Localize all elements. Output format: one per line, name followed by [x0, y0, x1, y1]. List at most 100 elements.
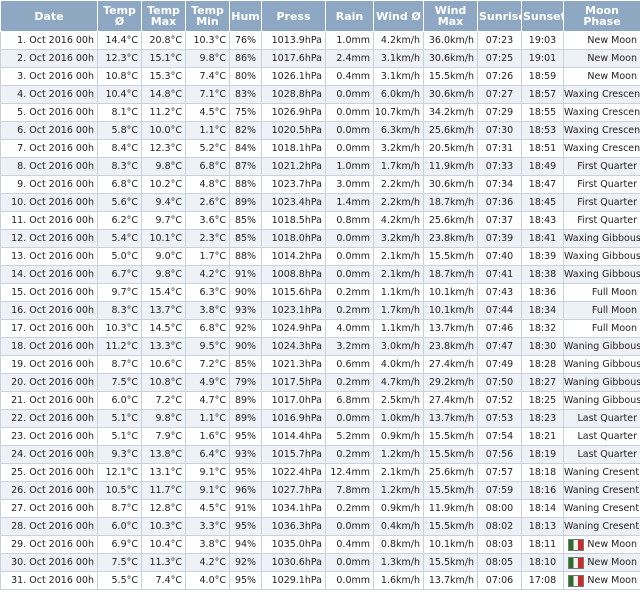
- cell-rain: 0.0mm: [325, 553, 374, 572]
- cell-wind: 2.1km/h: [373, 463, 424, 482]
- table-row: 16. Oct 2016 00h 8.3°C 13.7°C 3.8°C 93% 1023.…: [0, 301, 640, 320]
- cell-wmax: 25.6km/h: [423, 463, 478, 482]
- table-row: 1. Oct 2016 00h 14.4°C 20.8°C 10.3°C 76% 1013…: [0, 31, 640, 50]
- cell-tmax: 9.4°C: [141, 193, 186, 212]
- cell-wind: 4.2km/h: [373, 31, 424, 50]
- cell-tmin: 1.1°C: [185, 121, 230, 140]
- cell-phase: Waning Gibbous: [563, 355, 640, 374]
- cell-rain: 0.8mm: [325, 211, 374, 230]
- cell-sunrise: 08:00: [477, 499, 522, 518]
- column-header-sunrise[interactable]: Sunrise: [477, 0, 522, 32]
- cell-sunset: 18:59: [521, 67, 564, 86]
- column-header-hum[interactable]: Hum: [229, 0, 262, 32]
- moon-phase-label: First Quarter: [577, 179, 637, 190]
- column-header-date[interactable]: Date: [0, 0, 98, 32]
- cell-phase: Last Quarter: [563, 427, 640, 446]
- cell-phase: First Quarter: [563, 157, 640, 176]
- cell-sunrise: 07:30: [477, 121, 522, 140]
- cell-date: 23. Oct 2016 00h: [0, 427, 98, 446]
- cell-phase: New Moon: [563, 31, 640, 50]
- cell-sunset: 18:10: [521, 553, 564, 572]
- cell-press: 1027.7hPa: [261, 481, 326, 500]
- cell-hum: 83%: [229, 85, 262, 104]
- cell-hum: 88%: [229, 175, 262, 194]
- cell-tmin: 9.1°C: [185, 463, 230, 482]
- cell-wind: 1.3km/h: [373, 553, 424, 572]
- column-header-wmax[interactable]: Wind Max: [423, 0, 478, 32]
- cell-phase: Waxing Gibbous: [563, 265, 640, 284]
- moon-phase-label: Waning Gibbous: [564, 359, 640, 370]
- cell-wind: 3.1km/h: [373, 67, 424, 86]
- table-row: 22. Oct 2016 00h 5.1°C 9.8°C 1.1°C 89% 1016.9…: [0, 409, 640, 428]
- cell-date: 13. Oct 2016 00h: [0, 247, 98, 266]
- table-row: 25. Oct 2016 00h 12.1°C 13.1°C 9.1°C 95% 1022…: [0, 463, 640, 482]
- cell-sunset: 18:27: [521, 373, 564, 392]
- column-header-press[interactable]: Press: [261, 0, 326, 32]
- cell-hum: 79%: [229, 373, 262, 392]
- cell-sunset: 18:28: [521, 355, 564, 374]
- table-row: 29. Oct 2016 00h 6.9°C 10.4°C 3.8°C 94% 1035.…: [0, 535, 640, 554]
- moon-phase-label: Waxing Crescent: [564, 107, 640, 118]
- column-header-tmax[interactable]: Temp Max: [141, 0, 186, 32]
- cell-wmax: 13.7km/h: [423, 409, 478, 428]
- cell-press: 1015.7hPa: [261, 445, 326, 464]
- cell-sunrise: 07:37: [477, 211, 522, 230]
- cell-tmax: 9.8°C: [141, 409, 186, 428]
- cell-phase: Waning Gibbous: [563, 337, 640, 356]
- cell-press: 1014.4hPa: [261, 427, 326, 446]
- table-row: 3. Oct 2016 00h 10.8°C 15.3°C 7.4°C 80% 1026.…: [0, 67, 640, 86]
- table-body: 1. Oct 2016 00h 14.4°C 20.8°C 10.3°C 76% 1013…: [0, 31, 640, 590]
- cell-wind: 2.1km/h: [373, 247, 424, 266]
- column-header-rain[interactable]: Rain: [325, 0, 374, 32]
- cell-tmin: 4.2°C: [185, 265, 230, 284]
- cell-tmin: 4.0°C: [185, 571, 230, 590]
- cell-wmax: 36.0km/h: [423, 31, 478, 50]
- cell-sunrise: 07:25: [477, 49, 522, 68]
- column-header-tmin[interactable]: Temp Min: [185, 0, 230, 32]
- cell-tmax: 13.3°C: [141, 337, 186, 356]
- table-row: 24. Oct 2016 00h 9.3°C 13.8°C 6.4°C 93% 1015.…: [0, 445, 640, 464]
- cell-wind: 1.2km/h: [373, 481, 424, 500]
- cell-hum: 96%: [229, 481, 262, 500]
- cell-sunset: 18:23: [521, 409, 564, 428]
- cell-press: 1026.9hPa: [261, 103, 326, 122]
- cell-phase: New Moon: [563, 553, 640, 572]
- cell-tmax: 14.8°C: [141, 85, 186, 104]
- cell-rain: 0.0mm: [325, 517, 374, 536]
- cell-rain: 1.0mm: [325, 157, 374, 176]
- cell-hum: 84%: [229, 139, 262, 158]
- cell-sunset: 18:13: [521, 517, 564, 536]
- moon-phase-label: Last Quarter: [577, 431, 637, 442]
- cell-phase: Waning Gibbous: [563, 391, 640, 410]
- column-header-sunset[interactable]: Sunset: [521, 0, 564, 32]
- cell-tmin: 4.7°C: [185, 391, 230, 410]
- column-header-wind[interactable]: Wind Ø: [373, 0, 424, 32]
- cell-sunset: 18:53: [521, 121, 564, 140]
- column-header-temp[interactable]: Temp Ø: [97, 0, 142, 32]
- cell-temp: 8.7°C: [97, 355, 142, 374]
- cell-tmax: 10.2°C: [141, 175, 186, 194]
- table-row: 20. Oct 2016 00h 7.5°C 10.8°C 4.9°C 79% 1017.…: [0, 373, 640, 392]
- cell-temp: 5.4°C: [97, 229, 142, 248]
- cell-press: 1023.7hPa: [261, 175, 326, 194]
- column-header-phase[interactable]: Moon Phase: [563, 0, 640, 32]
- cell-tmin: 5.2°C: [185, 139, 230, 158]
- cell-sunset: 18:14: [521, 499, 564, 518]
- cell-tmin: 6.8°C: [185, 319, 230, 338]
- cell-rain: 0.6mm: [325, 355, 374, 374]
- cell-sunset: 18:45: [521, 193, 564, 212]
- cell-rain: 0.0mm: [325, 139, 374, 158]
- cell-tmax: 12.3°C: [141, 139, 186, 158]
- cell-tmax: 15.4°C: [141, 283, 186, 302]
- cell-sunrise: 07:43: [477, 283, 522, 302]
- cell-phase: New Moon: [563, 67, 640, 86]
- cell-wind: 4.0km/h: [373, 355, 424, 374]
- cell-wmax: 23.8km/h: [423, 337, 478, 356]
- cell-press: 1013.9hPa: [261, 31, 326, 50]
- cell-wmax: 30.6km/h: [423, 85, 478, 104]
- table-row: 13. Oct 2016 00h 5.0°C 9.0°C 1.7°C 88% 1014.2…: [0, 247, 640, 266]
- cell-phase: Full Moon: [563, 319, 640, 338]
- table-row: 12. Oct 2016 00h 5.4°C 10.1°C 2.3°C 85% 1018.…: [0, 229, 640, 248]
- cell-rain: 3.0mm: [325, 175, 374, 194]
- cell-wind: 3.2km/h: [373, 229, 424, 248]
